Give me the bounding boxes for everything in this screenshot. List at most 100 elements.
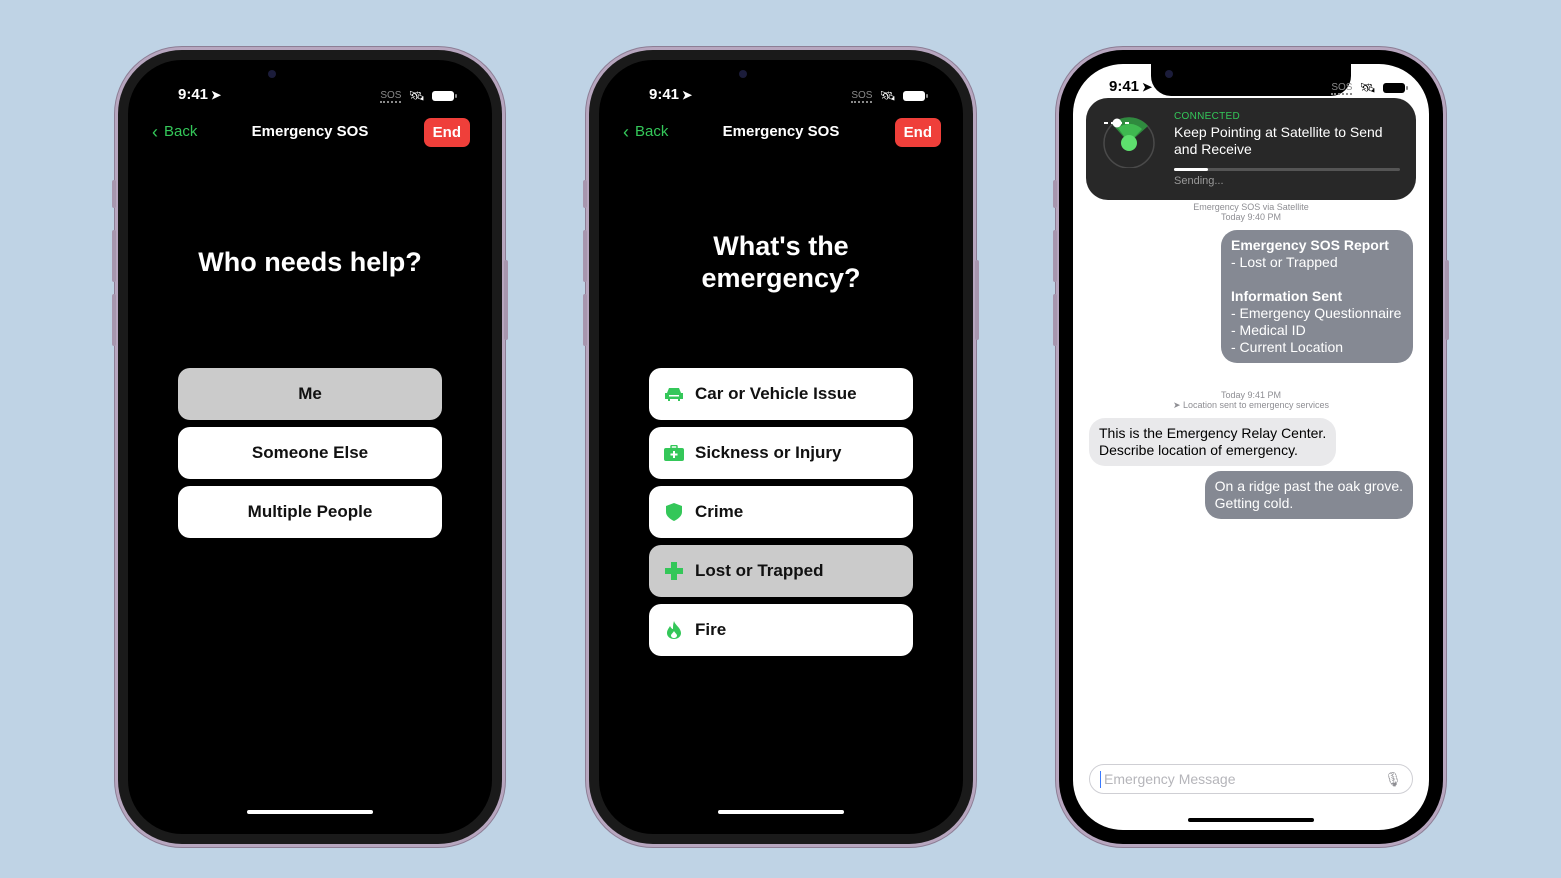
volume-down-button (583, 294, 587, 346)
side-button (583, 180, 587, 208)
satellite-connection-banner: CONNECTED Keep Pointing at Satellite to … (1086, 98, 1416, 200)
option-label: Car or Vehicle Issue (695, 384, 857, 403)
end-button[interactable]: End (423, 118, 470, 147)
text-caret (1100, 770, 1101, 788)
question-line-1: What's the (713, 231, 849, 261)
option-car-vehicle[interactable]: Car or Vehicle Issue (649, 368, 913, 420)
message-line: On a ridge past the oak grove. (1214, 478, 1403, 494)
message-composer: 🎙 (1089, 764, 1413, 794)
options-list: Me Someone Else Multiple People (178, 368, 442, 538)
emergency-message-input[interactable] (1102, 770, 1385, 788)
options-list: Car or Vehicle Issue Sickness or Injury … (649, 368, 913, 656)
option-multiple-people[interactable]: Multiple People (178, 486, 442, 538)
option-me[interactable]: Me (178, 368, 442, 420)
option-label: Crime (695, 502, 744, 521)
option-label: Lost or Trapped (695, 561, 824, 580)
sos-indicator: SOS (380, 89, 402, 103)
question-heading: Who needs help? (198, 247, 422, 277)
satellite-icon: 🛰 (408, 88, 425, 103)
home-indicator[interactable] (718, 810, 844, 814)
option-label: Fire (695, 620, 727, 639)
phone-emergency-type: 9:41 ➤ SOS 🛰 ‹ Back Emergency SOS End What… (583, 50, 979, 844)
option-someone-else[interactable]: Someone Else (178, 427, 442, 479)
sos-indicator: SOS (851, 89, 873, 103)
option-fire[interactable]: Fire (649, 604, 913, 656)
timestamp: Today 9:40 PM (1220, 212, 1282, 222)
location-arrow-icon: ➤ (682, 88, 693, 102)
volume-down-button (112, 294, 116, 346)
home-indicator[interactable] (1188, 818, 1314, 822)
phone-satellite-messages: 9:41 ➤ SOS 🛰 CONNECTED Keep Pointing at S… (1053, 50, 1449, 844)
incoming-message-bubble: This is the Emergency Relay Center. Desc… (1089, 418, 1337, 466)
satellite-radar-icon (1103, 117, 1155, 168)
screen: 9:41 ➤ SOS 🛰 ‹ Back Emergency SOS End What… (599, 60, 963, 834)
connection-status: CONNECTED (1174, 111, 1241, 122)
microphone-icon[interactable]: 🎙 (1384, 771, 1402, 788)
shield-icon (663, 503, 685, 521)
banner-message: Keep Pointing at Satellite to Send and R… (1174, 124, 1383, 157)
satellite-icon: 🛰 (879, 88, 896, 103)
sos-indicator: SOS (1331, 81, 1353, 95)
location-arrow-icon: ➤ (1142, 80, 1153, 94)
volume-up-button (1053, 230, 1057, 282)
report-title: Emergency SOS Report (1231, 237, 1389, 253)
front-camera (1165, 70, 1173, 78)
option-crime[interactable]: Crime (649, 486, 913, 538)
status-bar: 9:41 ➤ SOS 🛰 (1073, 78, 1429, 98)
option-lost-trapped[interactable]: Lost or Trapped (649, 545, 913, 597)
location-sent-label: Location sent to emergency services (1182, 400, 1330, 410)
cross-icon (663, 562, 685, 580)
phone-who-needs-help: 9:41 ➤ SOS 🛰 ‹ Back Emergency SOS End Who … (112, 50, 508, 844)
location-arrow-icon: ➤ (211, 88, 222, 102)
flame-icon (663, 621, 685, 639)
nav-bar: ‹ Back Emergency SOS End (599, 118, 963, 148)
outgoing-message-bubble: On a ridge past the oak grove. Getting c… (1204, 471, 1413, 519)
timestamp: Today 9:41 PM (1220, 390, 1282, 400)
front-camera (739, 70, 747, 78)
sending-label: Sending... (1174, 175, 1224, 187)
car-icon (663, 386, 685, 402)
volume-down-button (1053, 294, 1057, 346)
power-button (1445, 260, 1449, 340)
report-line: - Lost or Trapped (1231, 254, 1338, 270)
question-line-2: emergency? (701, 263, 861, 293)
front-camera (268, 70, 276, 78)
volume-up-button (112, 230, 116, 282)
option-sickness-injury[interactable]: Sickness or Injury (649, 427, 913, 479)
service-label: Emergency SOS via Satellite (1193, 202, 1309, 212)
info-item: - Current Location (1231, 339, 1344, 355)
medical-kit-icon (663, 445, 685, 461)
battery-icon (1383, 83, 1408, 93)
home-indicator[interactable] (247, 810, 373, 814)
side-button (112, 180, 116, 208)
end-button[interactable]: End (894, 118, 941, 147)
nav-bar: ‹ Back Emergency SOS End (128, 118, 492, 148)
sending-progress-bar (1174, 168, 1400, 171)
status-time: 9:41 ➤ (1109, 78, 1153, 95)
power-button (975, 260, 979, 340)
side-button (1053, 180, 1057, 208)
status-bar: 9:41 ➤ SOS 🛰 (128, 86, 492, 106)
battery-icon (903, 91, 928, 101)
option-label: Sickness or Injury (695, 443, 842, 462)
message-line: This is the Emergency Relay Center. (1099, 425, 1327, 441)
status-bar: 9:41 ➤ SOS 🛰 (599, 86, 963, 106)
question-heading: What's the emergency? (599, 230, 963, 294)
battery-icon (432, 91, 457, 101)
location-arrow-icon: ➤ (1172, 400, 1183, 410)
info-item: - Medical ID (1231, 322, 1306, 338)
volume-up-button (583, 230, 587, 282)
message-line: Getting cold. (1214, 495, 1294, 511)
info-title: Information Sent (1231, 288, 1343, 304)
location-meta: Today 9:41 PM ➤ Location sent to emergen… (1073, 390, 1429, 410)
sos-report-bubble: Emergency SOS Report - Lost or Trapped I… (1221, 230, 1413, 363)
progress-fill (1174, 168, 1208, 171)
screen: 9:41 ➤ SOS 🛰 ‹ Back Emergency SOS End Who … (128, 60, 492, 834)
info-item: - Emergency Questionnaire (1231, 305, 1402, 321)
power-button (504, 260, 508, 340)
satellite-icon: 🛰 (1359, 80, 1376, 95)
status-time: 9:41 ➤ (178, 86, 222, 103)
message-line: Describe location of emergency. (1099, 442, 1298, 458)
conversation-header-meta: Emergency SOS via Satellite Today 9:40 P… (1073, 202, 1429, 222)
screen: 9:41 ➤ SOS 🛰 CONNECTED Keep Pointing at S… (1073, 64, 1429, 830)
